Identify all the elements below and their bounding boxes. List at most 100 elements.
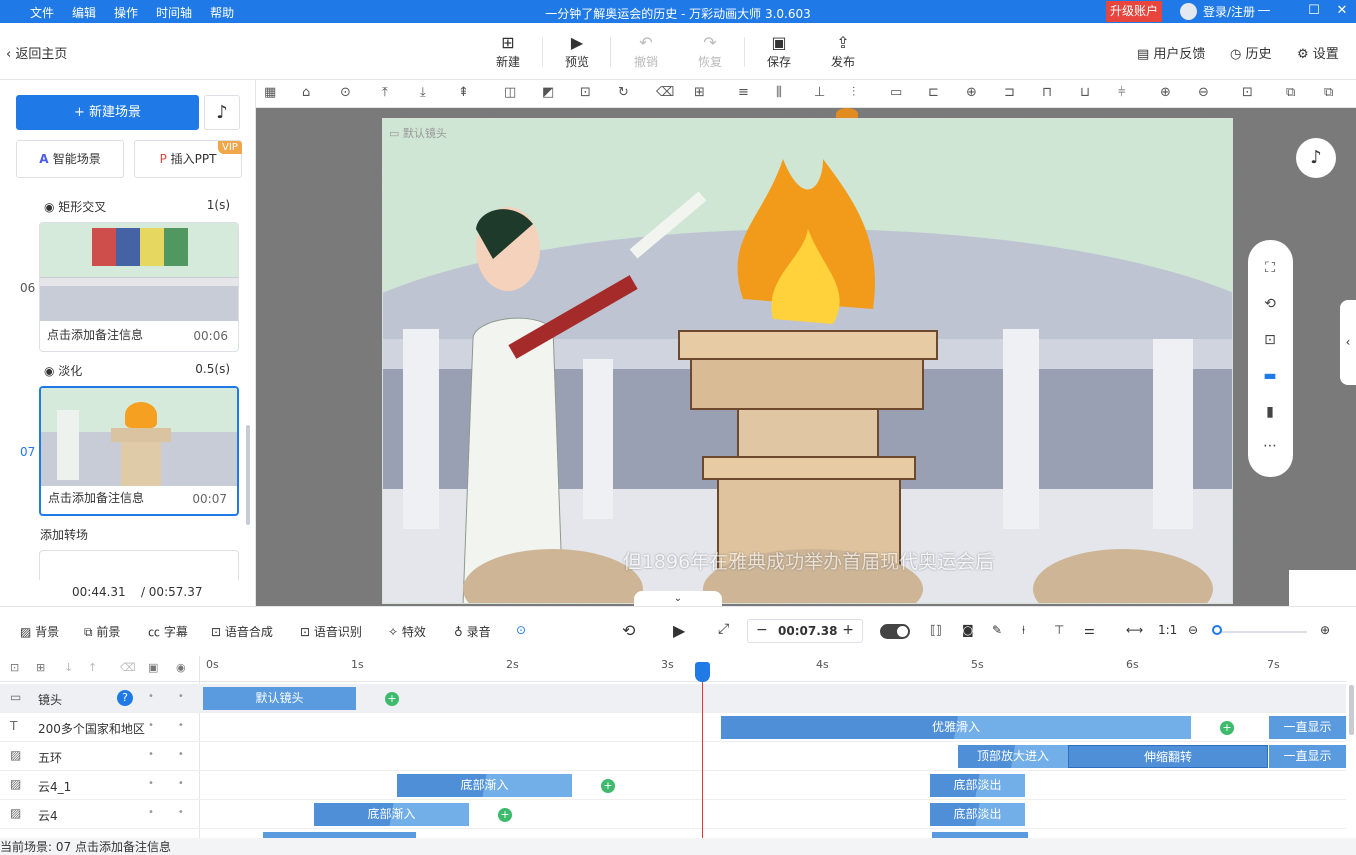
save-button[interactable]: ▣ 保存	[757, 33, 801, 70]
scene-note[interactable]: 点击添加备注信息	[48, 489, 144, 506]
zoom-slider[interactable]	[1213, 631, 1307, 633]
track-controls[interactable]: ••	[148, 720, 208, 731]
edit-icon[interactable]: ✎	[992, 623, 1002, 637]
folder-icon[interactable]: ⊡	[10, 661, 19, 674]
split-icon[interactable]: ⍿	[1022, 623, 1025, 638]
track-controls[interactable]: ••	[148, 807, 208, 818]
track-row[interactable]: ▨ 五环 •• 顶部放大进入 伸缩翻转 一直显示	[0, 742, 1346, 771]
move-up-icon[interactable]: ↑	[88, 661, 97, 674]
play-icon[interactable]: ▶	[673, 621, 685, 640]
eye-icon[interactable]: ◉	[176, 661, 186, 674]
scene-card-selected[interactable]: 点击添加备注信息 00:07	[39, 386, 239, 516]
zoom-out-icon[interactable]: ⊖	[1188, 623, 1198, 637]
music-note-icon[interactable]: ♪	[204, 95, 240, 130]
add-action-icon[interactable]: +	[385, 692, 399, 706]
add-action-icon[interactable]: +	[601, 779, 615, 793]
new-scene-button[interactable]: + 新建场景	[16, 95, 199, 130]
add-action-icon[interactable]: +	[498, 808, 512, 822]
record-button[interactable]: ♁ 录音	[454, 623, 491, 640]
align-l-icon[interactable]: ⊏	[928, 85, 939, 100]
transition-item[interactable]: ◉ 淡化 0.5(s)	[44, 362, 234, 379]
zoom-slider-knob[interactable]	[1212, 625, 1222, 635]
copy-icon[interactable]: ⧉	[1286, 85, 1295, 100]
stage[interactable]: ▭ 默认镜头 但1896年在雅典成功举办首届现代奥运会后	[382, 118, 1233, 604]
move-down-icon[interactable]: ↓	[64, 661, 73, 674]
smart-scene-button[interactable]: A 智能场景	[16, 140, 124, 178]
align-center-icon[interactable]: ⫼	[776, 85, 782, 100]
more-circle-icon[interactable]: ⊙	[516, 623, 526, 637]
track-controls[interactable]: ••	[148, 691, 208, 702]
time-ruler[interactable]: 0s 1s 2s 3s 4s 5s 6s 7s	[200, 656, 1346, 682]
minimize-icon[interactable]: —	[1254, 3, 1274, 18]
timeline-clip[interactable]: 伸缩翻转	[1068, 745, 1268, 768]
trash-icon[interactable]: ⌫	[120, 661, 136, 674]
zoom-in-icon[interactable]: ⊕	[1320, 623, 1330, 637]
timeline-clip[interactable]: 底部淡出	[930, 803, 1025, 826]
upgrade-button[interactable]: 升级账户	[1106, 1, 1162, 22]
undo-button[interactable]: ↶ 撤销	[624, 33, 668, 70]
scene-card[interactable]: 点击添加备注信息 00:06	[39, 222, 239, 352]
caption-button[interactable]: ㏄ 字幕	[148, 623, 188, 640]
timeline-clip[interactable]: 一直显示	[1269, 745, 1346, 768]
new-button[interactable]: ⊞ 新建	[486, 33, 530, 70]
unlock-icon[interactable]: ⊡	[1242, 85, 1253, 100]
align-left-icon[interactable]: ≡	[738, 85, 749, 100]
camera-snapshot-icon[interactable]: ◙	[962, 623, 974, 637]
fx-button[interactable]: ✧ 特效	[388, 623, 426, 640]
close-icon[interactable]: ✕	[1332, 3, 1352, 18]
help-icon[interactable]: ?	[117, 690, 133, 706]
login-button[interactable]: 登录/注册	[1180, 3, 1255, 20]
time-input[interactable]: −00:07.38 +	[747, 619, 863, 643]
home-icon[interactable]: ⌂	[302, 85, 310, 100]
send-bottom-icon[interactable]: ⤓	[420, 85, 426, 100]
lock-open-icon[interactable]: ⊡	[1260, 332, 1280, 348]
align-bottom-icon[interactable]: ⊥	[814, 85, 825, 100]
add-transition-button[interactable]: 添加转场	[40, 526, 88, 543]
align-b-icon[interactable]: ⊓	[1042, 85, 1052, 100]
foreground-button[interactable]: ⧉ 前景	[84, 623, 120, 640]
align-v-icon[interactable]: ⫩	[1118, 85, 1125, 100]
one-to-one-icon[interactable]: 1:1	[1158, 623, 1177, 637]
collapse-panel-icon[interactable]: ‹	[1340, 300, 1356, 385]
tts-button[interactable]: ⊡ 语音合成	[211, 623, 273, 640]
ruler-icon[interactable]: ▦	[264, 85, 276, 100]
timeline-clip[interactable]: 底部渐入	[397, 774, 572, 797]
delete-icon[interactable]: ⌫	[656, 85, 674, 100]
history-button[interactable]: ◷ 历史	[1230, 43, 1272, 62]
align-up-icon[interactable]: ⇞	[458, 85, 469, 100]
chevron-down-icon[interactable]: ⌄	[634, 591, 722, 606]
lock-icon[interactable]: ⊡	[580, 85, 591, 100]
preview-button[interactable]: ▶ 预览	[555, 33, 599, 70]
track-row[interactable]: ▨ 云4_1 •• 底部渐入 + 底部淡出	[0, 771, 1346, 800]
rotate-icon[interactable]: ↻	[618, 85, 629, 100]
minus-icon[interactable]: −	[756, 622, 768, 638]
music-fab-icon[interactable]: ♪	[1296, 138, 1336, 178]
lock-icon[interactable]: ▣	[148, 661, 158, 674]
timeline-clip[interactable]: 顶部放大进入	[958, 745, 1068, 768]
filter-icon[interactable]: ⊤	[1054, 623, 1064, 637]
replay-icon[interactable]: ⟲	[622, 621, 635, 640]
fit-width-icon[interactable]: ⟷	[1126, 623, 1143, 637]
crop-icon[interactable]: ⊞	[694, 85, 705, 100]
background-button[interactable]: ▨ 背景	[20, 623, 59, 640]
scene-card-next[interactable]	[39, 550, 239, 580]
timeline-clip[interactable]: 底部渐入	[314, 803, 469, 826]
timeline-clip[interactable]: 一直显示	[1269, 716, 1346, 739]
settings-button[interactable]: ⚙ 设置	[1297, 43, 1339, 62]
align-r-icon[interactable]: ⊐	[1004, 85, 1015, 100]
align-m-icon[interactable]: ⊔	[1080, 85, 1090, 100]
add-folder-icon[interactable]: ⊞	[36, 661, 45, 674]
align-c-icon[interactable]: ⊕	[966, 85, 977, 100]
more-icon[interactable]: ⋯	[1260, 438, 1280, 454]
timeline-clip[interactable]: 底部淡出	[930, 774, 1025, 797]
subtitle-text[interactable]: 但1896年在雅典成功举办首届现代奥运会后	[383, 547, 1232, 574]
zoom-out-icon[interactable]: ⊖	[1198, 85, 1209, 100]
back-home-button[interactable]: ‹ 返回主页	[6, 43, 67, 62]
canvas-area[interactable]: ▭ 默认镜头 但1896年在雅典成功举办首届现代奥运会后 ⌄	[256, 108, 1356, 606]
fit-screen-icon[interactable]: ⛶	[1260, 260, 1280, 276]
mini-thumbnail[interactable]	[1289, 570, 1356, 606]
track-controls[interactable]: ••	[148, 778, 208, 789]
maximize-icon[interactable]: ☐	[1304, 3, 1324, 18]
time-value[interactable]: 00:07.38	[778, 624, 837, 638]
track-row[interactable]: ▨ 云4 •• 底部渐入 + 底部淡出	[0, 800, 1346, 829]
